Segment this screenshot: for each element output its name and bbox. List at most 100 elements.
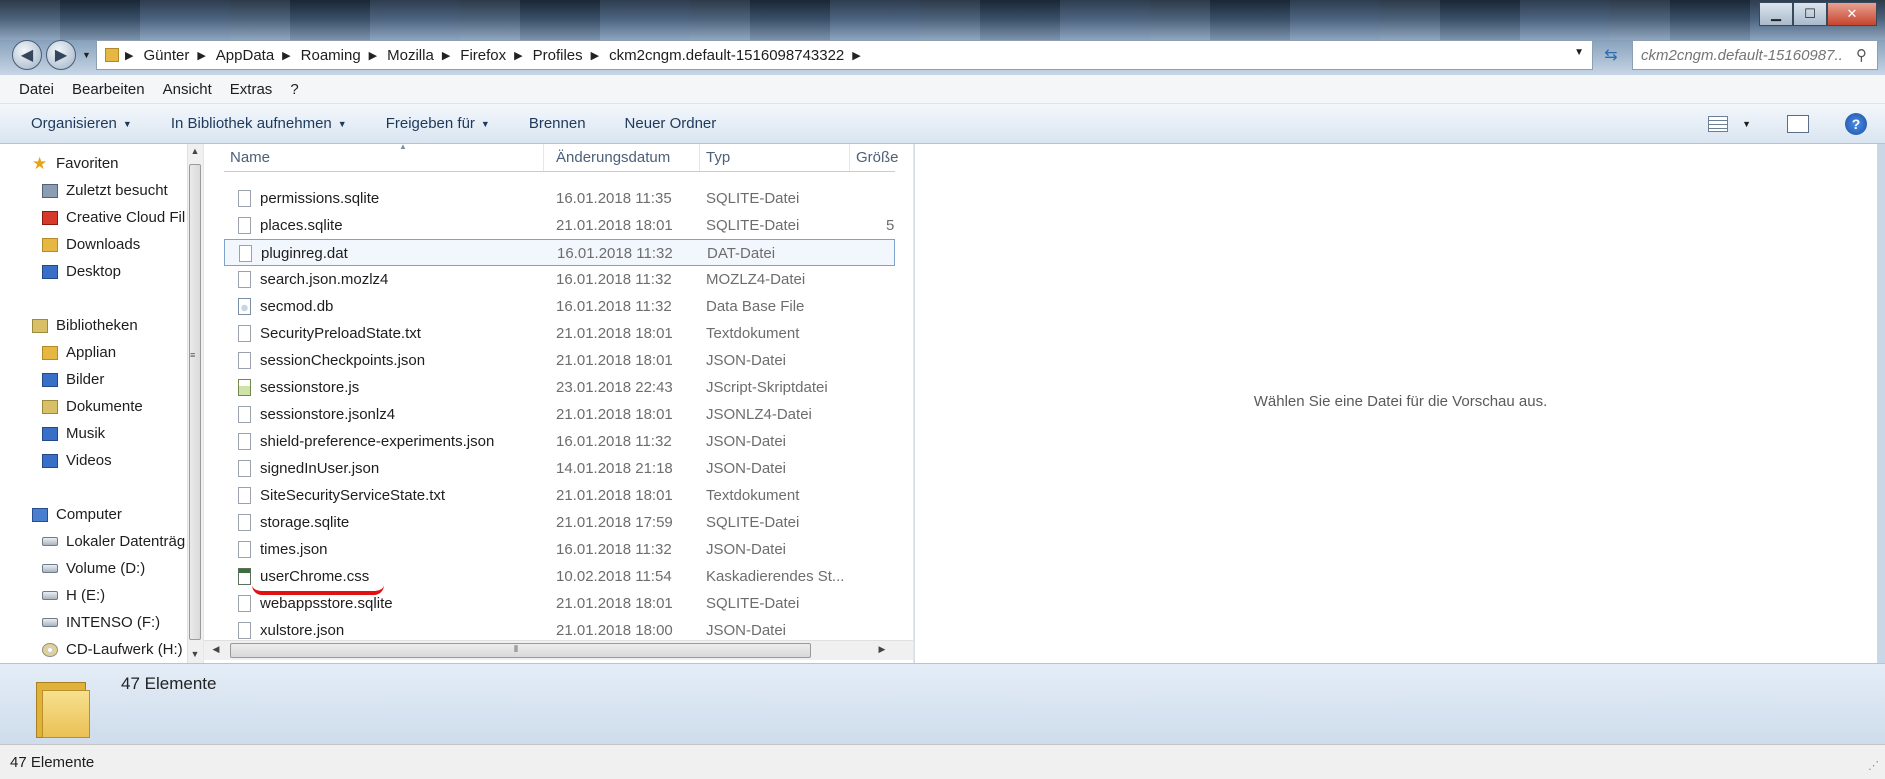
sidebar-item-local-disk[interactable]: Lokaler Datenträg <box>42 533 185 550</box>
search-icon[interactable]: ⚲ <box>1856 46 1867 64</box>
breadcrumb-arrow-icon[interactable]: ▶ <box>852 49 860 62</box>
recent-pages-dropdown-icon[interactable]: ▼ <box>82 50 91 60</box>
column-header-date[interactable]: Änderungsdatum <box>550 144 700 171</box>
sidebar-item-h-e[interactable]: H (E:) <box>42 587 105 604</box>
minimize-button[interactable]: ▁ <box>1759 2 1793 26</box>
sidebar-item-libraries[interactable]: Bibliotheken <box>32 317 138 334</box>
horizontal-scroll-thumb[interactable] <box>230 643 811 658</box>
sidebar-item-downloads[interactable]: Downloads <box>42 236 140 253</box>
menu-view[interactable]: Ansicht <box>152 81 219 98</box>
column-header-type[interactable]: Typ <box>700 144 850 171</box>
sidebar-item-applian[interactable]: Applian <box>42 344 116 361</box>
videos-library-icon <box>42 453 58 468</box>
scroll-grip-icon: ≡ <box>190 350 196 360</box>
breadcrumb-arrow-icon[interactable]: ▶ <box>197 49 205 62</box>
share-with-button[interactable]: Freigeben für ▼ <box>367 115 510 132</box>
scroll-up-icon[interactable]: ▲ <box>187 146 203 156</box>
sidebar-scroll-thumb[interactable] <box>189 164 201 640</box>
breadcrumb-arrow-icon[interactable]: ▶ <box>369 49 377 62</box>
sidebar-item-intenso[interactable]: INTENSO (F:) <box>42 614 160 631</box>
chevron-down-icon: ▼ <box>337 118 347 129</box>
table-row[interactable]: SiteSecurityServiceState.txt 21.01.2018 1… <box>224 482 895 509</box>
breadcrumb-item[interactable]: Günter ▶ <box>143 47 215 64</box>
sidebar-item-favorites[interactable]: ★ Favoriten <box>32 155 119 172</box>
forward-button[interactable]: ▶ <box>46 40 76 70</box>
close-button[interactable]: ✕ <box>1827 2 1877 26</box>
menu-file[interactable]: Datei <box>8 81 61 98</box>
include-in-library-button[interactable]: In Bibliothek aufnehmen ▼ <box>152 115 367 132</box>
file-name: webappsstore.sqlite <box>260 595 393 612</box>
table-row[interactable]: times.json 16.01.2018 11:32 JSON-Datei <box>224 536 895 563</box>
search-box[interactable]: ⚲ <box>1632 40 1878 70</box>
breadcrumb-item[interactable]: ckm2cngm.default-1516098743322 ▶ <box>609 47 871 64</box>
navigation-pane: ★ Favoriten Zuletzt besucht Creative Clou… <box>0 144 203 663</box>
file-type: Data Base File <box>706 298 805 315</box>
file-name: signedInUser.json <box>260 460 380 477</box>
back-button[interactable]: ◀ <box>12 40 42 70</box>
sidebar-item-documents[interactable]: Dokumente <box>42 398 143 415</box>
refresh-icon[interactable]: ⇆ <box>1598 42 1624 68</box>
file-icon <box>238 406 251 423</box>
view-options-dropdown-icon[interactable]: ▼ <box>1742 119 1751 129</box>
breadcrumb-arrow-icon[interactable]: ▶ <box>125 49 133 62</box>
address-dropdown-icon[interactable]: ▼ <box>1574 47 1584 58</box>
table-row[interactable]: shield-preference-experiments.json 16.01.… <box>224 428 895 455</box>
organize-button[interactable]: Organisieren ▼ <box>12 115 152 132</box>
sidebar-item-volume-d[interactable]: Volume (D:) <box>42 560 145 577</box>
table-row-hover[interactable]: pluginreg.dat 16.01.2018 11:32 DAT-Datei <box>224 239 895 266</box>
table-row[interactable]: SecurityPreloadState.txt 21.01.2018 18:01… <box>224 320 895 347</box>
sidebar-item-desktop[interactable]: Desktop <box>42 263 121 280</box>
breadcrumb-item[interactable]: Roaming ▶ <box>301 47 388 64</box>
table-row[interactable]: sessionstore.js 23.01.2018 22:43 JScript-S… <box>224 374 895 401</box>
sidebar-item-videos[interactable]: Videos <box>42 452 112 469</box>
breadcrumb-item[interactable]: Profiles ▶ <box>533 47 610 64</box>
menu-tools[interactable]: Extras <box>219 81 280 98</box>
table-row[interactable]: storage.sqlite 21.01.2018 17:59 SQLITE-Dat… <box>224 509 895 536</box>
sidebar-item-creative-cloud[interactable]: Creative Cloud Fil <box>42 209 185 226</box>
scroll-right-icon[interactable]: ▶ <box>874 644 890 655</box>
sidebar-item-music[interactable]: Musik <box>42 425 105 442</box>
change-view-icon[interactable] <box>1708 116 1729 132</box>
file-date: 14.01.2018 21:18 <box>556 460 673 477</box>
file-type: SQLITE-Datei <box>706 514 800 531</box>
desktop-icon <box>42 264 58 279</box>
menu-help[interactable]: ? <box>279 81 305 98</box>
file-date: 21.01.2018 18:01 <box>556 595 673 612</box>
database-file-icon <box>238 298 251 315</box>
preview-pane-toggle-icon[interactable] <box>1787 115 1809 133</box>
breadcrumb-arrow-icon[interactable]: ▶ <box>591 49 599 62</box>
table-row[interactable]: sessionstore.jsonlz4 21.01.2018 18:01 JSON… <box>224 401 895 428</box>
drive-icon <box>42 537 58 546</box>
sidebar-item-computer[interactable]: Computer <box>32 506 122 523</box>
breadcrumb-arrow-icon[interactable]: ▶ <box>282 49 290 62</box>
column-header-name[interactable]: Name ▲ <box>224 142 544 171</box>
table-row[interactable]: search.json.mozlz4 16.01.2018 11:32 MOZLZ4… <box>224 266 895 293</box>
table-row[interactable]: secmod.db 16.01.2018 11:32 Data Base File <box>224 293 895 320</box>
table-row[interactable]: signedInUser.json 14.01.2018 21:18 JSON-Da… <box>224 455 895 482</box>
maximize-button[interactable]: ☐ <box>1793 2 1827 26</box>
file-date: 16.01.2018 11:32 <box>556 298 672 315</box>
scroll-left-icon[interactable]: ◀ <box>208 644 224 655</box>
breadcrumb-arrow-icon[interactable]: ▶ <box>514 49 522 62</box>
breadcrumb-item[interactable]: Firefox ▶ <box>460 47 532 64</box>
search-input[interactable] <box>1641 46 1841 64</box>
breadcrumb-arrow-icon[interactable]: ▶ <box>442 49 450 62</box>
sidebar-item-cd-drive[interactable]: CD-Laufwerk (H:) <box>42 641 183 658</box>
file-name: sessionstore.jsonlz4 <box>260 406 396 423</box>
table-row[interactable]: permissions.sqlite 16.01.2018 11:35 SQLITE… <box>224 185 895 212</box>
file-date: 10.02.2018 11:54 <box>556 568 672 585</box>
resize-grip-icon[interactable]: ⋰ <box>1868 759 1879 772</box>
new-folder-button[interactable]: Neuer Ordner <box>606 115 737 132</box>
table-row[interactable]: sessionCheckpoints.json 21.01.2018 18:01 J… <box>224 347 895 374</box>
menu-edit[interactable]: Bearbeiten <box>61 81 152 98</box>
table-row[interactable]: places.sqlite 21.01.2018 18:01 SQLITE-Date… <box>224 212 895 239</box>
scroll-down-icon[interactable]: ▼ <box>187 649 203 659</box>
file-name: sessionCheckpoints.json <box>260 352 426 369</box>
sidebar-item-pictures[interactable]: Bilder <box>42 371 104 388</box>
burn-button[interactable]: Brennen <box>510 115 606 132</box>
help-icon[interactable]: ? <box>1845 113 1867 135</box>
sidebar-item-recent[interactable]: Zuletzt besucht <box>42 182 168 199</box>
address-bar[interactable]: ▶ Günter ▶ AppData ▶ Roaming ▶ Mozilla ▶ Fir… <box>96 40 1593 70</box>
breadcrumb-item[interactable]: Mozilla ▶ <box>387 47 460 64</box>
breadcrumb-item[interactable]: AppData ▶ <box>216 47 301 64</box>
